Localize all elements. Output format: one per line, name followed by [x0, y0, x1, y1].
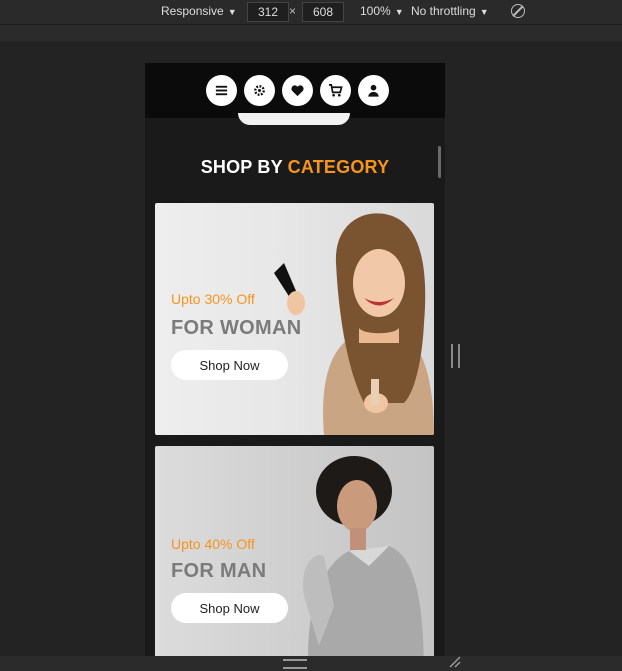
category-card-man[interactable]: Upto 40% Off FOR MAN Shop Now	[155, 446, 434, 656]
navbar	[145, 63, 445, 118]
cart-icon	[328, 84, 343, 97]
caret-down-icon: ▼	[479, 7, 489, 17]
resize-corner-icon[interactable]	[448, 656, 462, 668]
device-label: Responsive	[161, 4, 224, 18]
caret-down-icon: ▼	[394, 7, 404, 17]
resize-handle-bottom[interactable]	[283, 659, 307, 669]
category-card-woman[interactable]: Upto 30% Off FOR WOMAN Shop Now	[155, 203, 434, 435]
cart-button[interactable]	[320, 75, 351, 106]
menu-icon	[215, 85, 228, 96]
device-viewport: SHOP BY CATEGORY Upto 30% Off FOR WOMAN …	[145, 63, 445, 656]
height-input[interactable]: 608	[302, 2, 344, 22]
width-input[interactable]: 312	[247, 2, 289, 22]
man-model-image	[303, 456, 424, 656]
category-heading: FOR MAN	[171, 560, 267, 582]
settings-button[interactable]	[244, 75, 275, 106]
devtools-ruler	[0, 25, 622, 41]
wishlist-button[interactable]	[282, 75, 313, 106]
category-heading: FOR WOMAN	[171, 317, 302, 339]
zoom-selector[interactable]: 100% ▼	[360, 4, 404, 18]
throttling-label: No throttling	[411, 4, 476, 18]
section-title: SHOP BY CATEGORY	[145, 157, 445, 178]
dimension-separator: ×	[289, 4, 297, 18]
user-icon	[368, 84, 379, 97]
offer-text: Upto 40% Off	[171, 536, 255, 552]
section-title-main: SHOP BY	[200, 157, 288, 177]
account-button[interactable]	[358, 75, 389, 106]
gear-icon	[254, 85, 265, 96]
heart-icon	[291, 85, 304, 97]
offer-text: Upto 30% Off	[171, 291, 255, 307]
search-bar-peek	[238, 113, 350, 125]
zoom-label: 100%	[360, 4, 391, 18]
section-title-accent: CATEGORY	[287, 157, 390, 177]
devtools-toolbar: Responsive ▼ 312 × 608 100% ▼ No throttlin…	[0, 0, 622, 25]
shop-now-woman-button[interactable]: Shop Now	[171, 350, 288, 380]
shop-now-man-button[interactable]: Shop Now	[171, 593, 288, 623]
menu-button[interactable]	[206, 75, 237, 106]
device-selector[interactable]: Responsive ▼	[161, 4, 237, 18]
caret-down-icon: ▼	[227, 7, 237, 17]
resize-handle-right[interactable]	[451, 344, 460, 368]
rotate-disabled-icon[interactable]	[511, 4, 525, 18]
devtools-bottom-bar	[0, 656, 622, 671]
throttling-selector[interactable]: No throttling ▼	[411, 4, 489, 18]
